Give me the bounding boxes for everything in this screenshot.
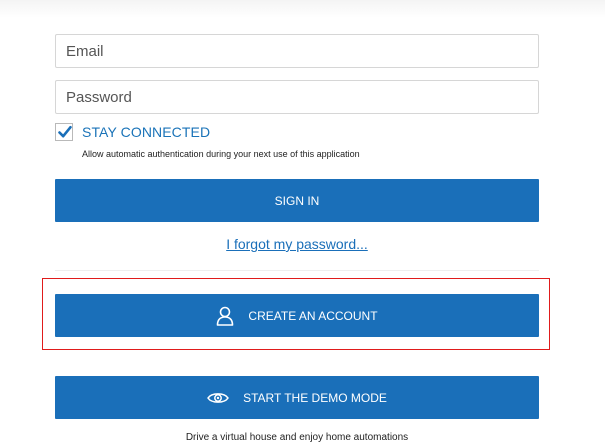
create-account-button[interactable]: CREATE AN ACCOUNT [55, 294, 539, 337]
sign-in-label: SIGN IN [274, 193, 320, 208]
section-divider [55, 270, 539, 271]
email-field[interactable] [55, 34, 539, 68]
demo-description: Drive a virtual house and enjoy home aut… [185, 432, 409, 443]
user-icon [216, 306, 234, 326]
create-account-label: CREATE AN ACCOUNT [248, 308, 378, 323]
eye-icon [207, 391, 229, 405]
password-field[interactable] [55, 80, 539, 114]
forgot-password-link[interactable]: I forgot my password... [0, 236, 594, 252]
stay-connected-checkbox[interactable] [55, 123, 73, 141]
stay-connected-description: Allow automatic authentication during yo… [82, 149, 360, 159]
stay-connected-label[interactable]: STAY CONNECTED [82, 124, 210, 140]
sign-in-button[interactable]: SIGN IN [55, 179, 539, 222]
login-page: STAY CONNECTED Allow automatic authentic… [0, 0, 605, 448]
checkmark-icon [58, 125, 72, 138]
demo-mode-button[interactable]: START THE DEMO MODE [55, 376, 539, 419]
demo-mode-label: START THE DEMO MODE [243, 390, 387, 405]
